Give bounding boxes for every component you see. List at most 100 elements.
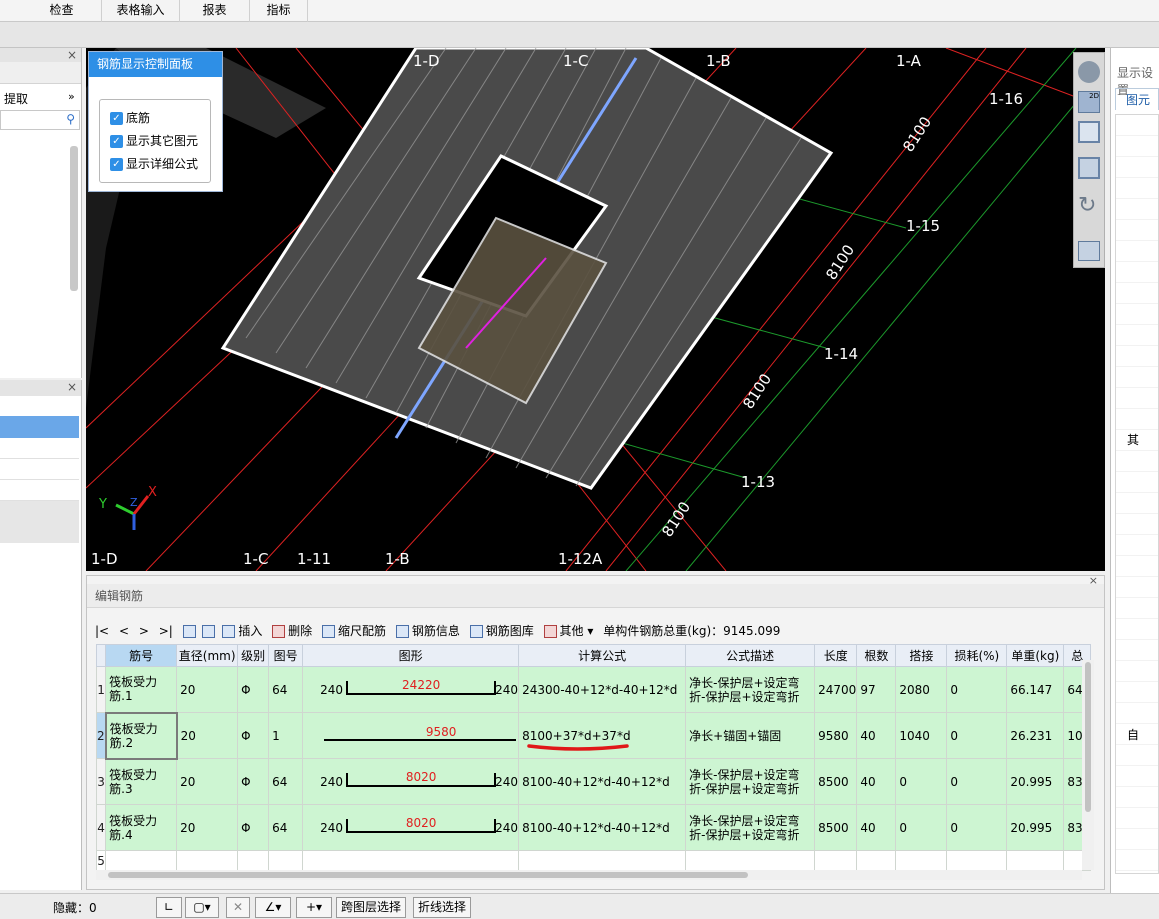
other-dropdown[interactable]: 其他 ▾ (543, 618, 593, 644)
polyline-select-button[interactable]: 折线选择 (413, 897, 471, 918)
left-list-item-selected[interactable] (0, 416, 79, 438)
shape-main-value[interactable]: 24220 (346, 678, 496, 692)
box-view-icon[interactable] (1078, 157, 1100, 179)
rebar-name-cell[interactable]: 筏板受力筋.3 (105, 758, 178, 805)
snap-icon[interactable]: +▾ (296, 897, 332, 918)
column-header[interactable]: 直径(mm) (176, 644, 239, 667)
loss-cell[interactable]: 0 (946, 666, 1008, 713)
description-cell[interactable]: 净长+锚固+锚固 (685, 712, 816, 759)
horizontal-scrollbar[interactable] (96, 870, 1082, 880)
table-row[interactable]: 1 筏板受力筋.1 20 Φ 64 240 24220 240 24300-40+1… (95, 666, 1092, 713)
tree-group-label[interactable]: 其 (1127, 431, 1139, 448)
column-header[interactable]: 单重(kg) (1006, 644, 1065, 667)
nav-next-button[interactable]: > (139, 618, 149, 644)
option-bottom-rebar[interactable]: ✓ 底筋 (110, 109, 150, 127)
close-icon[interactable]: × (67, 48, 77, 62)
menu-report[interactable]: 报表 (180, 0, 250, 22)
column-header[interactable]: 级别 (237, 644, 270, 667)
nav-first-button[interactable]: |< (95, 618, 109, 644)
search-icon[interactable]: ⚲ (66, 112, 75, 126)
close-icon-2[interactable]: × (67, 380, 77, 394)
3d-viewport[interactable]: 1-D 1-C 1-B 1-A 1-16 1-15 1-14 1-13 1-D … (86, 48, 1105, 571)
grid-settings-icon[interactable] (1078, 241, 1100, 261)
empty-cell[interactable] (176, 850, 239, 871)
select-mode-icon[interactable]: ▢▾ (185, 897, 219, 918)
loss-cell[interactable]: 0 (946, 804, 1008, 851)
editor-close-icon[interactable]: × (1089, 574, 1098, 587)
shape-cell[interactable]: 240 24220 240 (302, 666, 520, 713)
extract-label[interactable]: 提取 (4, 90, 28, 107)
table-row[interactable]: 3 筏板受力筋.3 20 Φ 64 240 8020 240 8100-40+12*… (95, 758, 1092, 805)
2d-view-icon[interactable]: 2D (1078, 91, 1100, 113)
settings-tree[interactable] (1115, 114, 1159, 874)
unit-weight-cell[interactable]: 20.995 (1006, 804, 1065, 851)
left-search-input[interactable]: ⚲ (0, 110, 80, 130)
column-header[interactable]: 计算公式 (518, 644, 687, 667)
rebar-library-button[interactable]: 钢筋图库 (469, 618, 534, 644)
loss-cell[interactable]: 0 (946, 758, 1008, 805)
left-list-item[interactable] (0, 480, 79, 501)
formula-cell[interactable]: 24300-40+12*d-40+12*d (518, 666, 687, 713)
shape-cell[interactable]: 9580 (302, 712, 520, 759)
vertical-scrollbar[interactable] (1082, 660, 1094, 870)
formula-cell[interactable]: 8100-40+12*d-40+12*d (518, 804, 687, 851)
tree-group-label[interactable]: 自 (1127, 726, 1139, 743)
left-list-item[interactable] (0, 522, 79, 543)
move-up-icon[interactable] (182, 625, 196, 638)
unit-weight-cell[interactable]: 20.995 (1006, 758, 1065, 805)
expand-icon[interactable]: » (68, 90, 75, 103)
description-cell[interactable]: 净长-保护层+设定弯折-保护层+设定弯折 (685, 666, 816, 713)
option-show-other-elements[interactable]: ✓ 显示其它图元 (110, 132, 198, 150)
column-header[interactable]: 长度 (814, 644, 858, 667)
cube-view-icon[interactable] (1078, 121, 1100, 143)
column-header[interactable]: 公式描述 (685, 644, 816, 667)
delete-button[interactable]: 删除 (272, 618, 312, 644)
grade-cell[interactable]: Φ (237, 712, 270, 759)
scale-rebar-button[interactable]: 缩尺配筋 (322, 618, 386, 644)
empty-cell[interactable] (1006, 850, 1065, 871)
length-cell[interactable]: 9580 (814, 712, 858, 759)
count-cell[interactable]: 40 (856, 804, 897, 851)
checkbox-checked-icon[interactable]: ✓ (110, 112, 123, 125)
column-header[interactable]: 搭接 (895, 644, 948, 667)
lap-cell[interactable]: 0 (895, 804, 948, 851)
diameter-cell[interactable]: 20 (176, 804, 239, 851)
empty-cell[interactable] (685, 850, 816, 871)
unit-weight-cell[interactable]: 26.231 (1006, 712, 1065, 759)
lap-cell[interactable]: 1040 (895, 712, 948, 759)
column-header[interactable]: 损耗(%) (946, 644, 1008, 667)
sphere-icon[interactable] (1078, 61, 1100, 83)
shape-main-value[interactable]: 9580 (366, 725, 516, 739)
figure-number-cell[interactable]: 64 (268, 666, 304, 713)
lap-cell[interactable]: 2080 (895, 666, 948, 713)
checkbox-checked-icon[interactable]: ✓ (110, 135, 123, 148)
rebar-info-button[interactable]: 钢筋信息 (395, 618, 460, 644)
table-row-selected[interactable]: 2 筏板受力筋.2 20 Φ 1 9580 8100+37*d+37*d 净长+… (95, 711, 1092, 760)
count-cell[interactable]: 97 (856, 666, 897, 713)
rebar-name-cell[interactable]: 筏板受力筋.1 (105, 666, 178, 713)
cross-select-icon[interactable]: ✕ (226, 897, 250, 918)
column-header[interactable]: 图号 (268, 644, 304, 667)
shape-cell[interactable]: 240 8020 240 (302, 804, 520, 851)
grade-cell[interactable]: Φ (237, 758, 270, 805)
scroll-thumb[interactable] (108, 872, 748, 878)
empty-cell[interactable] (268, 850, 304, 871)
angle-icon[interactable]: ∠▾ (255, 897, 291, 918)
scroll-thumb[interactable] (1085, 662, 1091, 812)
empty-cell[interactable] (302, 850, 520, 871)
menu-check[interactable]: 检查 (22, 0, 102, 22)
figure-number-cell[interactable]: 64 (268, 804, 304, 851)
formula-cell[interactable]: 8100-40+12*d-40+12*d (518, 758, 687, 805)
option-show-detailed-formula[interactable]: ✓ 显示详细公式 (110, 155, 198, 173)
lap-cell[interactable]: 0 (895, 758, 948, 805)
formula-cell[interactable]: 8100+37*d+37*d (518, 712, 687, 759)
shape-cell[interactable]: 240 8020 240 (302, 758, 520, 805)
checkbox-checked-icon[interactable]: ✓ (110, 158, 123, 171)
menu-table-input[interactable]: 表格输入 (102, 0, 180, 22)
empty-cell[interactable] (895, 850, 948, 871)
ortho-icon[interactable]: ∟ (156, 897, 182, 918)
shape-main-value[interactable]: 8020 (346, 816, 496, 830)
left-list-item[interactable] (0, 438, 79, 459)
empty-cell[interactable] (518, 850, 687, 871)
table-row-empty[interactable]: 5 (95, 850, 1092, 871)
